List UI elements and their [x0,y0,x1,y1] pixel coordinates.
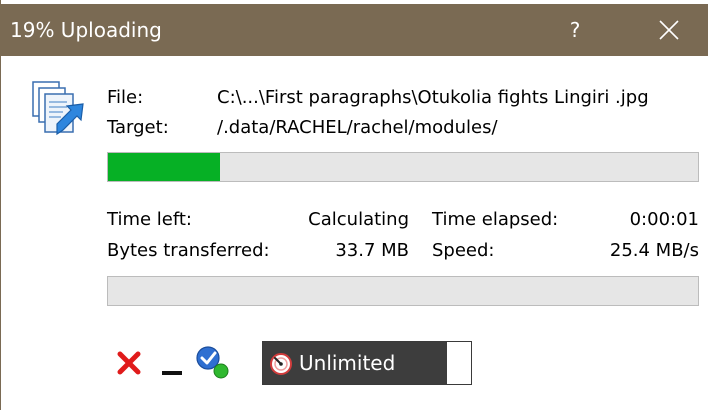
total-progress-bar [107,276,699,306]
speed-limit-button[interactable]: Unlimited [263,342,447,384]
window-title: 19% Uploading [10,18,162,42]
file-progress-fill [108,153,221,181]
file-path: C:\...\First paragraphs\Otukolia fights … [217,87,649,108]
close-button[interactable] [643,4,695,56]
file-label: File: [107,87,144,108]
help-icon: ? [569,18,581,42]
speed-value: 25.4 MB/s [609,240,699,261]
speed-limit-dropdown[interactable]: Unlimited [262,341,472,385]
time-elapsed-label: Time elapsed: [432,209,559,230]
speed-label: Speed: [432,240,495,261]
help-button[interactable]: ? [552,4,598,56]
minimize-icon [162,371,182,375]
check-globe-icon [196,346,229,379]
target-label: Target: [107,117,169,138]
target-path: /.data/RACHEL/rachel/modules/ [217,117,498,138]
red-x-icon [117,351,141,375]
time-left-value: Calculating [308,209,409,230]
bytes-transferred-value: 33.7 MB [335,240,409,261]
close-when-done-toggle[interactable] [194,344,232,382]
upload-file-icon [32,81,84,136]
speedometer-icon [270,353,292,375]
minimize-button[interactable] [159,349,185,377]
time-elapsed-value: 0:00:01 [629,209,699,230]
speed-limit-label: Unlimited [299,351,396,375]
cancel-button[interactable] [115,349,143,377]
time-left-label: Time left: [107,209,192,230]
close-icon [659,20,679,40]
title-bar[interactable]: 19% Uploading ? [1,4,708,56]
file-progress-bar [107,152,699,182]
upload-progress-window: 19% Uploading ? File: C:\...\First parag… [0,0,708,410]
bytes-transferred-label: Bytes transferred: [107,240,270,261]
